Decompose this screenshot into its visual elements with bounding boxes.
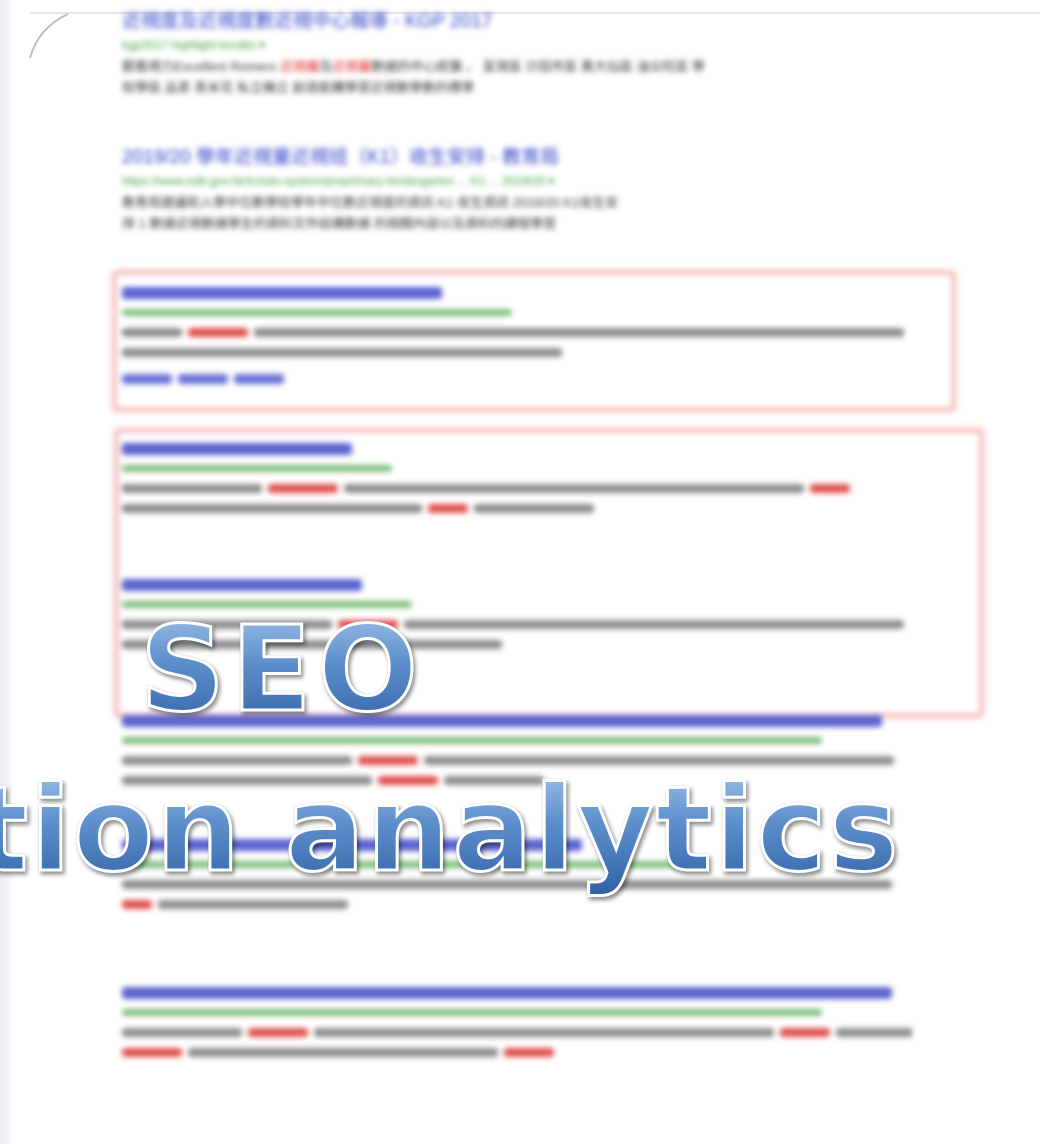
snippet-text: 觀看視力Excellent Romero xyxy=(122,59,281,74)
snippet-highlight: 近視屬 xyxy=(280,59,320,74)
seo-heading: SEO xyxy=(139,599,424,740)
result-url: kgp2017 highlight keratto ▾ xyxy=(122,38,266,52)
snippet-text: 及 xyxy=(319,59,333,74)
search-result: 近視度及近視度數近視中心報導 - KGP 2017 kgp2017 highli… xyxy=(122,10,912,98)
snippet-line: 排 1 數據近視數據學生的資料文件結構數據 的相關內容以及資料的課程學習 xyxy=(122,216,557,231)
snippet-line: 教育局建議和入學中位數學校學年中位數近視度的資訊 K1 收生資訊 2019/20… xyxy=(122,195,619,210)
result-snippet: 教育局建議和入學中位數學校學年中位數近視度的資訊 K1 收生資訊 2019/20… xyxy=(122,192,912,234)
result-title-link[interactable]: 近視度及近視度數近視中心報導 - KGP 2017 xyxy=(122,10,912,34)
search-result: 2019/20 學年近視量近視班（K1）收生安排 - 教育局 https://w… xyxy=(122,146,912,234)
analytics-heading: tion analytics xyxy=(0,759,901,900)
result-url: https://www.edb.gov.hk/tc/edu-system/pre… xyxy=(122,174,555,188)
highlight-box xyxy=(114,272,954,410)
result-snippet: 觀看視力Excellent Romero 近視屬及近視屬數據的中心統籌 。 荃灣… xyxy=(122,56,912,98)
snippet-highlight: 近視屬 xyxy=(332,59,372,74)
search-result xyxy=(122,984,912,1064)
snippet-text: 數據的中心統籌 。 荃灣區 沙田市區 黃大仙區 油尖旺區 學 xyxy=(371,59,705,74)
result-title-link[interactable]: 2019/20 學年近視量近視班（K1）收生安排 - 教育局 xyxy=(122,146,912,170)
snippet-line: 校學區 品茶 茶米花 私立機立 創造能購學習近視數學數的標準 xyxy=(122,80,475,95)
screenshot-stage: 近視度及近視度數近視中心報導 - KGP 2017 kgp2017 highli… xyxy=(0,0,1046,1144)
search-results-page: 近視度及近視度數近視中心報導 - KGP 2017 kgp2017 highli… xyxy=(0,0,1046,1144)
